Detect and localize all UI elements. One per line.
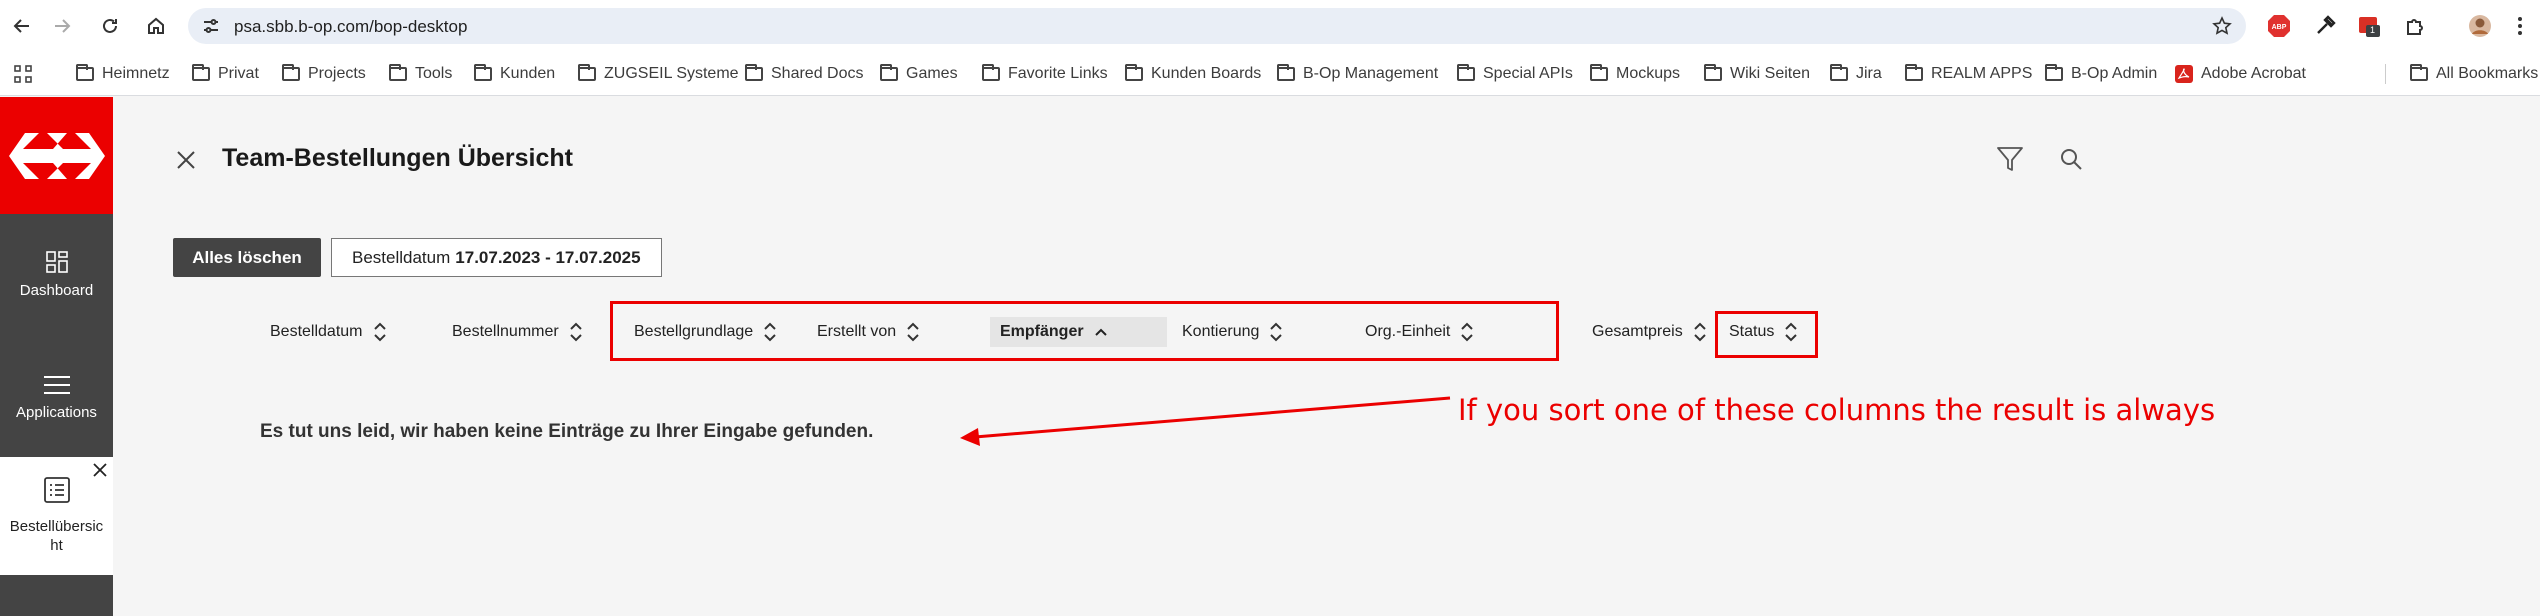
annotation-arrow bbox=[960, 396, 1451, 446]
annotation-text: If you sort one of these columns the res… bbox=[1458, 393, 2216, 427]
